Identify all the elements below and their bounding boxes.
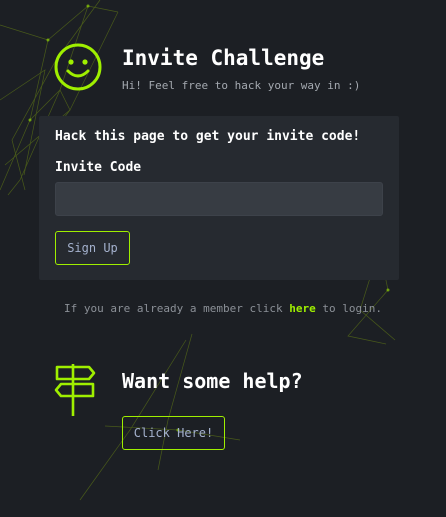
invite-code-label: Invite Code <box>55 160 142 175</box>
login-link[interactable]: here <box>289 302 316 315</box>
login-prefix: If you are already a member click <box>64 302 290 315</box>
header: Invite Challenge Hi! Feel free to hack y… <box>53 42 433 92</box>
signpost-icon <box>54 364 96 416</box>
invite-code-input[interactable] <box>55 182 383 216</box>
click-here-button[interactable]: Click Here! <box>122 416 225 450</box>
page-title: Invite Challenge <box>122 46 325 70</box>
login-prompt: If you are already a member click here t… <box>0 302 446 315</box>
help-title: Want some help? <box>122 369 303 393</box>
page-subtitle: Hi! Feel free to hack your way in :) <box>122 79 361 92</box>
card-heading: Hack this page to get your invite code! <box>55 129 361 144</box>
smiley-face-icon <box>54 43 102 91</box>
invite-card: Hack this page to get your invite code! … <box>39 116 399 280</box>
sign-up-button[interactable]: Sign Up <box>55 231 130 265</box>
login-suffix: to login. <box>315 302 382 315</box>
